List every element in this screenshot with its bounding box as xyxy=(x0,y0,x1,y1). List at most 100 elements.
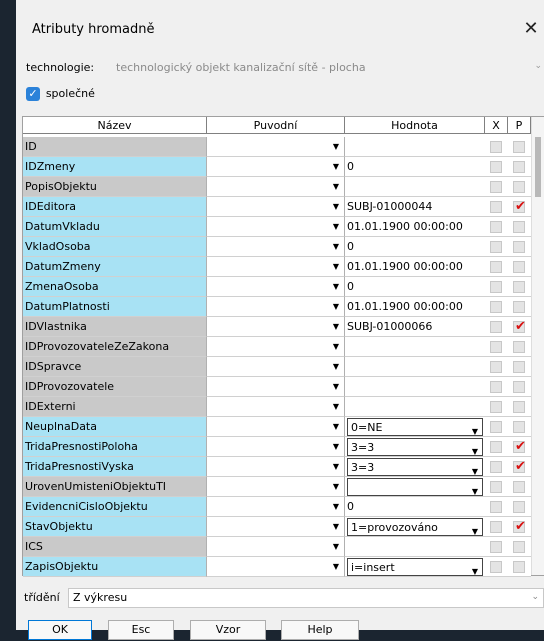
p-checkbox[interactable] xyxy=(513,401,525,413)
value-cell[interactable]: ▼ xyxy=(345,477,485,497)
dropdown-arrow-icon[interactable]: ▼ xyxy=(331,541,341,553)
esc-button[interactable]: Esc xyxy=(108,620,174,640)
dropdown-arrow-icon[interactable]: ▼ xyxy=(331,401,341,413)
table-row[interactable]: IDVlastnika ▼ SUBJ-01000066 ✔ xyxy=(23,317,544,337)
header-p[interactable]: P xyxy=(508,117,531,134)
x-cell[interactable] xyxy=(485,197,508,217)
p-checkbox[interactable] xyxy=(513,261,525,273)
p-checkbox[interactable] xyxy=(513,221,525,233)
value-select[interactable]: 3=3 ▼ xyxy=(347,458,483,476)
vertical-scrollbar[interactable] xyxy=(531,117,544,575)
value-cell[interactable]: 0 xyxy=(345,277,485,297)
x-checkbox[interactable] xyxy=(490,321,502,333)
p-cell[interactable] xyxy=(508,377,531,397)
dropdown-arrow-icon[interactable]: ▼ xyxy=(331,181,341,193)
x-checkbox[interactable] xyxy=(490,521,502,533)
dropdown-arrow-icon[interactable]: ▼ xyxy=(331,501,341,513)
x-checkbox[interactable] xyxy=(490,281,502,293)
original-value-cell[interactable]: ▼ xyxy=(207,557,345,577)
p-checkbox[interactable] xyxy=(513,301,525,313)
x-cell[interactable] xyxy=(485,317,508,337)
table-row[interactable]: ZapisObjektu ▼ i=insert ▼ xyxy=(23,557,544,577)
value-select[interactable]: 1=provozováno ▼ xyxy=(347,518,483,536)
dropdown-arrow-icon[interactable]: ▼ xyxy=(331,201,341,213)
original-value-cell[interactable]: ▼ xyxy=(207,477,345,497)
p-checkbox[interactable] xyxy=(513,161,525,173)
dropdown-arrow-icon[interactable]: ▼ xyxy=(331,341,341,353)
value-cell[interactable]: SUBJ-01000044 xyxy=(345,197,485,217)
x-cell[interactable] xyxy=(485,257,508,277)
table-row[interactable]: ICS ▼ xyxy=(23,537,544,557)
dropdown-arrow-icon[interactable]: ▼ xyxy=(331,321,341,333)
original-value-cell[interactable]: ▼ xyxy=(207,297,345,317)
p-cell[interactable] xyxy=(508,217,531,237)
original-value-cell[interactable]: ▼ xyxy=(207,217,345,237)
x-checkbox[interactable] xyxy=(490,141,502,153)
p-checkbox[interactable]: ✔ xyxy=(513,319,526,334)
original-value-cell[interactable]: ▼ xyxy=(207,257,345,277)
table-row[interactable]: UrovenUmisteniObjektuTI ▼ ▼ xyxy=(23,477,544,497)
p-cell[interactable]: ✔ xyxy=(508,437,531,457)
p-cell[interactable] xyxy=(508,397,531,417)
p-cell[interactable] xyxy=(508,257,531,277)
x-checkbox[interactable] xyxy=(490,221,502,233)
dropdown-arrow-icon[interactable]: ▼ xyxy=(331,381,341,393)
p-checkbox[interactable] xyxy=(513,141,525,153)
original-value-cell[interactable]: ▼ xyxy=(207,437,345,457)
table-row[interactable]: IDProvozovateleZeZakona ▼ xyxy=(23,337,544,357)
dropdown-arrow-icon[interactable]: ▼ xyxy=(331,481,341,493)
x-cell[interactable] xyxy=(485,237,508,257)
x-checkbox[interactable] xyxy=(490,181,502,193)
dropdown-arrow-icon[interactable]: ▼ xyxy=(470,442,480,456)
p-cell[interactable] xyxy=(508,177,531,197)
p-cell[interactable] xyxy=(508,537,531,557)
original-value-cell[interactable]: ▼ xyxy=(207,177,345,197)
value-cell[interactable]: 3=3 ▼ xyxy=(345,457,485,477)
dropdown-arrow-icon[interactable]: ▼ xyxy=(331,521,341,533)
p-checkbox[interactable] xyxy=(513,361,525,373)
value-select[interactable]: ▼ xyxy=(347,478,483,496)
p-cell[interactable] xyxy=(508,557,531,577)
value-cell[interactable]: 3=3 ▼ xyxy=(345,437,485,457)
x-cell[interactable] xyxy=(485,297,508,317)
original-value-cell[interactable]: ▼ xyxy=(207,377,345,397)
table-row[interactable]: VkladOsoba ▼ 0 xyxy=(23,237,544,257)
x-cell[interactable] xyxy=(485,497,508,517)
dropdown-arrow-icon[interactable]: ▼ xyxy=(331,461,341,473)
table-row[interactable]: ZmenaOsoba ▼ 0 xyxy=(23,277,544,297)
original-value-cell[interactable]: ▼ xyxy=(207,137,345,157)
original-value-cell[interactable]: ▼ xyxy=(207,317,345,337)
x-checkbox[interactable] xyxy=(490,381,502,393)
p-checkbox[interactable] xyxy=(513,281,525,293)
p-cell[interactable] xyxy=(508,417,531,437)
value-cell[interactable]: 01.01.1900 00:00:00 xyxy=(345,217,485,237)
x-cell[interactable] xyxy=(485,397,508,417)
close-icon[interactable]: ✕ xyxy=(522,18,540,40)
original-value-cell[interactable]: ▼ xyxy=(207,157,345,177)
table-row[interactable]: DatumVkladu ▼ 01.01.1900 00:00:00 xyxy=(23,217,544,237)
vzor-button[interactable]: Vzor xyxy=(190,620,266,640)
dropdown-arrow-icon[interactable]: ▼ xyxy=(331,141,341,153)
x-cell[interactable] xyxy=(485,517,508,537)
value-cell[interactable] xyxy=(345,137,485,157)
table-row[interactable]: TridaPresnostiPoloha ▼ 3=3 ▼ ✔ xyxy=(23,437,544,457)
p-checkbox[interactable] xyxy=(513,481,525,493)
x-checkbox[interactable] xyxy=(490,361,502,373)
value-cell[interactable]: 01.01.1900 00:00:00 xyxy=(345,297,485,317)
p-cell[interactable] xyxy=(508,157,531,177)
table-row[interactable]: IDSpravce ▼ xyxy=(23,357,544,377)
p-cell[interactable] xyxy=(508,297,531,317)
value-cell[interactable]: 0=NE ▼ xyxy=(345,417,485,437)
p-checkbox[interactable] xyxy=(513,241,525,253)
original-value-cell[interactable]: ▼ xyxy=(207,197,345,217)
x-cell[interactable] xyxy=(485,477,508,497)
dropdown-arrow-icon[interactable]: ▼ xyxy=(470,422,480,436)
value-cell[interactable]: 0 xyxy=(345,157,485,177)
p-cell[interactable] xyxy=(508,277,531,297)
p-cell[interactable]: ✔ xyxy=(508,317,531,337)
p-checkbox[interactable] xyxy=(513,341,525,353)
dropdown-arrow-icon[interactable]: ▼ xyxy=(331,361,341,373)
x-checkbox[interactable] xyxy=(490,301,502,313)
value-select[interactable]: 3=3 ▼ xyxy=(347,438,483,456)
original-value-cell[interactable]: ▼ xyxy=(207,397,345,417)
